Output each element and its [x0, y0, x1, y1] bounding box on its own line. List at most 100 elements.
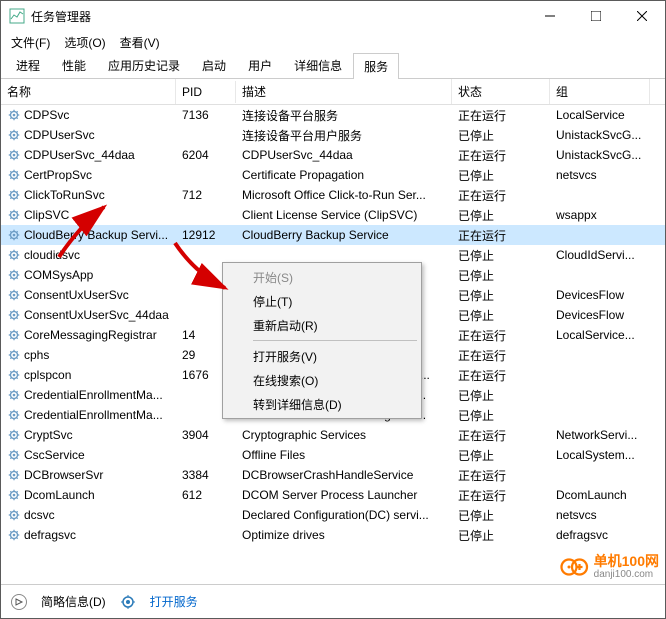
- col-group[interactable]: 组: [550, 79, 650, 104]
- col-desc[interactable]: 描述: [236, 79, 452, 104]
- table-row[interactable]: CscService Offline Files已停止LocalSystem...: [1, 445, 665, 465]
- service-status: 已停止: [452, 447, 550, 464]
- table-row[interactable]: defragsvcOptimize drives已停止defragsvc: [1, 525, 665, 545]
- service-name: CoreMessagingRegistrar: [24, 328, 157, 342]
- service-pid: 3904: [176, 428, 236, 442]
- gear-icon: [7, 528, 21, 542]
- service-status: 已停止: [452, 387, 550, 404]
- gear-icon: [7, 108, 21, 122]
- service-group: DcomLaunch: [550, 488, 650, 502]
- close-button[interactable]: [619, 1, 665, 31]
- service-name: CredentialEnrollmentMa...: [24, 408, 163, 422]
- service-status: 已停止: [452, 127, 550, 144]
- footer-bar: 简略信息(D) 打开服务: [1, 584, 665, 618]
- service-name: ConsentUxUserSvc_44daa: [24, 308, 169, 322]
- service-name: CloudBerry Backup Servi...: [24, 228, 168, 242]
- table-row[interactable]: dcsvcDeclared Configuration(DC) servi...…: [1, 505, 665, 525]
- service-name: CertPropSvc: [24, 168, 92, 182]
- service-group: NetworkServi...: [550, 428, 650, 442]
- expand-icon[interactable]: [11, 594, 27, 610]
- service-status: 正在运行: [452, 347, 550, 364]
- service-desc: CDPUserSvc_44daa: [236, 148, 452, 162]
- gear-icon: [7, 168, 21, 182]
- service-desc: Offline Files: [236, 448, 452, 462]
- watermark-text-2: danji100.com: [594, 569, 659, 580]
- tab-应用历史记录[interactable]: 应用历史记录: [97, 52, 191, 78]
- service-name: DCBrowserSvr: [24, 468, 103, 482]
- table-row[interactable]: CryptSvc3904Cryptographic Services正在运行Ne…: [1, 425, 665, 445]
- menu-file[interactable]: 文件(F): [11, 34, 50, 51]
- service-status: 正在运行: [452, 487, 550, 504]
- service-status: 正在运行: [452, 427, 550, 444]
- gear-icon: [7, 148, 21, 162]
- menu-view[interactable]: 查看(V): [120, 34, 160, 51]
- table-row[interactable]: CDPSvc7136连接设备平台服务正在运行LocalService: [1, 105, 665, 125]
- window-titlebar: 任务管理器: [1, 1, 665, 31]
- service-group: DevicesFlow: [550, 288, 650, 302]
- col-name[interactable]: 名称: [1, 79, 176, 104]
- service-name: CscService: [24, 448, 85, 462]
- service-status: 已停止: [452, 407, 550, 424]
- gear-icon: [7, 248, 21, 262]
- watermark-text-1: 单机100网: [594, 554, 659, 569]
- tab-启动[interactable]: 启动: [191, 52, 237, 78]
- col-pid[interactable]: PID: [176, 81, 236, 103]
- cm-stop[interactable]: 停止(T): [225, 289, 419, 313]
- cm-open-services[interactable]: 打开服务(V): [225, 344, 419, 368]
- service-status: 正在运行: [452, 107, 550, 124]
- service-name: CDPUserSvc: [24, 128, 95, 142]
- watermark-logo: [560, 556, 590, 578]
- table-row[interactable]: CertPropSvcCertificate Propagation已停止net…: [1, 165, 665, 185]
- gear-icon: [7, 508, 21, 522]
- gear-icon: [7, 468, 21, 482]
- table-row[interactable]: CloudBerry Backup Servi...12912CloudBerr…: [1, 225, 665, 245]
- menu-options[interactable]: 选项(O): [64, 34, 105, 51]
- service-group: LocalService: [550, 108, 650, 122]
- service-status: 已停止: [452, 207, 550, 224]
- maximize-button[interactable]: [573, 1, 619, 31]
- service-status: 已停止: [452, 267, 550, 284]
- context-menu: 开始(S) 停止(T) 重新启动(R) 打开服务(V) 在线搜索(O) 转到详细…: [222, 262, 422, 419]
- service-name: CDPUserSvc_44daa: [24, 148, 135, 162]
- service-pid: 3384: [176, 468, 236, 482]
- gear-icon: [7, 328, 21, 342]
- service-status: 正在运行: [452, 467, 550, 484]
- service-name: cplspcon: [24, 368, 71, 382]
- service-name: ConsentUxUserSvc: [24, 288, 129, 302]
- service-group: defragsvc: [550, 528, 650, 542]
- gear-icon: [7, 208, 21, 222]
- col-status[interactable]: 状态: [452, 79, 550, 104]
- cm-go-to-details[interactable]: 转到详细信息(D): [225, 392, 419, 416]
- tab-服务[interactable]: 服务: [353, 53, 399, 79]
- service-name: DcomLaunch: [24, 488, 95, 502]
- window-title: 任务管理器: [31, 8, 527, 25]
- service-group: wsappx: [550, 208, 650, 222]
- table-row[interactable]: CDPUserSvc连接设备平台用户服务已停止UnistackSvcG...: [1, 125, 665, 145]
- tab-用户[interactable]: 用户: [237, 52, 283, 78]
- footer-simple-info[interactable]: 简略信息(D): [41, 593, 106, 610]
- table-row[interactable]: ClipSVCClient License Service (ClipSVC)已…: [1, 205, 665, 225]
- cm-restart[interactable]: 重新启动(R): [225, 313, 419, 337]
- table-row[interactable]: DCBrowserSvr3384DCBrowserCrashHandleServ…: [1, 465, 665, 485]
- table-row[interactable]: CDPUserSvc_44daa6204CDPUserSvc_44daa正在运行…: [1, 145, 665, 165]
- service-desc: Microsoft Office Click-to-Run Ser...: [236, 188, 452, 202]
- tab-进程[interactable]: 进程: [5, 52, 51, 78]
- service-group: LocalSystem...: [550, 448, 650, 462]
- service-desc: Optimize drives: [236, 528, 452, 542]
- service-pid: 7136: [176, 108, 236, 122]
- service-pid: 12912: [176, 228, 236, 242]
- service-status: 正在运行: [452, 327, 550, 344]
- service-name: CDPSvc: [24, 108, 69, 122]
- service-name: cphs: [24, 348, 49, 362]
- table-row[interactable]: DcomLaunch612DCOM Server Process Launche…: [1, 485, 665, 505]
- tab-性能[interactable]: 性能: [51, 52, 97, 78]
- minimize-button[interactable]: [527, 1, 573, 31]
- gear-icon: [7, 188, 21, 202]
- menubar: 文件(F) 选项(O) 查看(V): [1, 31, 665, 53]
- service-desc: 连接设备平台用户服务: [236, 127, 452, 144]
- footer-open-services[interactable]: 打开服务: [150, 593, 198, 610]
- table-row[interactable]: ClickToRunSvc712Microsoft Office Click-t…: [1, 185, 665, 205]
- cm-search-online[interactable]: 在线搜索(O): [225, 368, 419, 392]
- service-group: netsvcs: [550, 508, 650, 522]
- tab-详细信息[interactable]: 详细信息: [283, 52, 353, 78]
